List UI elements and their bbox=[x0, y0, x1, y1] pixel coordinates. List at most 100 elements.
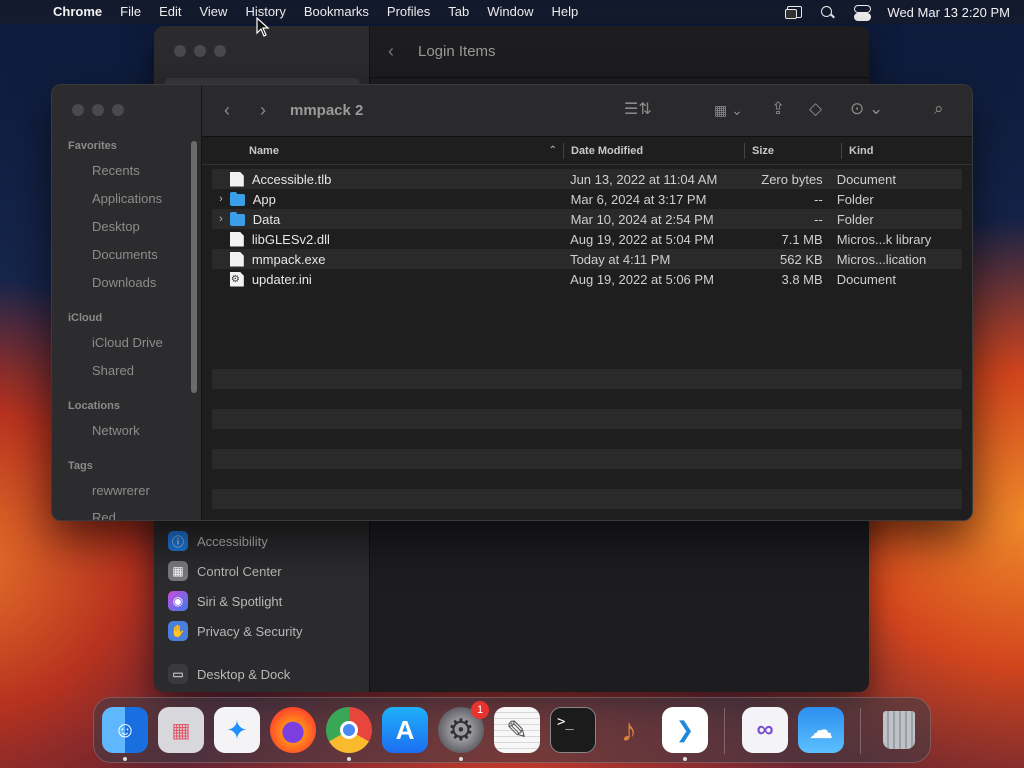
column-header-label: Size bbox=[752, 145, 775, 157]
file-size: 562 KB bbox=[780, 251, 823, 267]
file-kind: Document bbox=[836, 171, 896, 187]
list-view-icon[interactable]: ☰⇅ bbox=[624, 100, 652, 120]
settings-item-label: Accessibility bbox=[197, 533, 268, 549]
menu-bar-clock[interactable]: Wed Mar 13 2:20 PM bbox=[887, 5, 1010, 20]
visual-studio-icon[interactable]: ∞ bbox=[742, 707, 788, 753]
back-chevron-icon[interactable]: ‹ bbox=[388, 41, 408, 62]
file-row-accessible-tlb[interactable]: Accessible.tlb Jun 13, 2022 at 11:04 AM … bbox=[212, 169, 962, 189]
settings-item-control-center[interactable]: ▦ Control Center bbox=[168, 556, 358, 586]
sidebar-item-network[interactable]: Network bbox=[92, 423, 140, 438]
file-date: Today at 4:11 PM bbox=[570, 251, 671, 267]
control-center-icon[interactable] bbox=[853, 5, 872, 21]
sidebar-item-tag-rewwrerer[interactable]: rewwrerer bbox=[92, 483, 150, 498]
close-button[interactable] bbox=[72, 104, 84, 116]
folder-title: mmpack 2 bbox=[290, 102, 364, 119]
file-row-updater-ini[interactable]: updater.ini Aug 19, 2022 at 5:06 PM 3.8 … bbox=[212, 269, 962, 289]
settings-item-label: Siri & Spotlight bbox=[197, 593, 283, 609]
sidebar-item-applications[interactable]: Applications bbox=[92, 191, 162, 206]
minimize-button[interactable] bbox=[194, 45, 206, 57]
system-settings-icon[interactable]: ⚙ 1 bbox=[438, 701, 489, 753]
app-store-icon[interactable]: A bbox=[382, 707, 428, 753]
sidebar-item-documents[interactable]: Documents bbox=[92, 247, 158, 262]
document-icon bbox=[229, 231, 244, 247]
file-name: App bbox=[252, 191, 276, 207]
safari-icon[interactable]: ✦ bbox=[214, 707, 260, 753]
weather-icon[interactable]: ☁ bbox=[798, 707, 844, 753]
trash-icon[interactable] bbox=[876, 707, 922, 753]
firefox-icon[interactable] bbox=[270, 707, 316, 753]
settings-item-desktop-dock[interactable]: ▭ Desktop & Dock bbox=[168, 659, 358, 689]
settings-category-list: ⓘ Accessibility ▦ Control Center ◉ Siri … bbox=[168, 526, 358, 689]
tag-icon[interactable]: ◇ bbox=[809, 99, 822, 119]
chrome-icon[interactable] bbox=[326, 707, 372, 753]
folder-icon bbox=[229, 212, 245, 226]
zoom-button[interactable] bbox=[214, 45, 226, 57]
vscode-icon[interactable]: ❯ bbox=[662, 707, 708, 753]
control-center-icon: ▦ bbox=[168, 561, 188, 581]
column-header-date-modified[interactable]: Date Modified bbox=[563, 137, 744, 165]
close-button[interactable] bbox=[174, 45, 186, 57]
menu-bookmarks[interactable]: Bookmarks bbox=[295, 0, 378, 24]
textedit-icon[interactable]: ✎ bbox=[494, 707, 540, 753]
search-icon[interactable]: ⌕ bbox=[934, 99, 944, 119]
file-kind: Folder bbox=[836, 211, 874, 227]
menu-window[interactable]: Window bbox=[478, 0, 542, 24]
forward-button[interactable]: › bbox=[260, 100, 266, 120]
sidebar-item-shared[interactable]: Shared bbox=[92, 363, 134, 378]
settings-item-accessibility[interactable]: ⓘ Accessibility bbox=[168, 526, 358, 556]
settings-item-siri-spotlight[interactable]: ◉ Siri & Spotlight bbox=[168, 586, 358, 616]
settings-page-title: Login Items bbox=[418, 43, 496, 60]
finder-icon[interactable]: ☺ bbox=[102, 707, 148, 753]
back-button[interactable]: ‹ bbox=[224, 100, 230, 120]
accessibility-icon: ⓘ bbox=[168, 531, 188, 551]
menu-app-name[interactable]: Chrome bbox=[44, 0, 111, 24]
sidebar-item-downloads[interactable]: Downloads bbox=[92, 275, 156, 290]
sidebar-item-desktop[interactable]: Desktop bbox=[92, 219, 140, 234]
sidebar-scrollbar[interactable] bbox=[191, 141, 197, 393]
zoom-button[interactable] bbox=[112, 104, 124, 116]
menu-file[interactable]: File bbox=[111, 0, 150, 24]
launchpad-icon[interactable]: ▦ bbox=[158, 707, 204, 753]
file-kind: Micros...k library bbox=[836, 231, 932, 247]
menu-tab[interactable]: Tab bbox=[439, 0, 478, 24]
sidebar-item-recents[interactable]: Recents bbox=[92, 163, 140, 178]
file-row-app[interactable]: › App Mar 6, 2024 at 3:17 PM -- Folder bbox=[212, 189, 962, 209]
file-row-data[interactable]: › Data Mar 10, 2024 at 2:54 PM -- Folder bbox=[212, 209, 962, 229]
sidebar-section-icloud: iCloud bbox=[68, 312, 103, 324]
terminal-icon[interactable]: >_ bbox=[550, 707, 596, 753]
minimize-button[interactable] bbox=[92, 104, 104, 116]
folder-icon bbox=[229, 192, 245, 206]
file-row-mmpack-exe[interactable]: mmpack.exe Today at 4:11 PM 562 KB Micro… bbox=[212, 249, 962, 269]
file-kind: Document bbox=[836, 271, 896, 287]
menu-edit[interactable]: Edit bbox=[150, 0, 190, 24]
finder-sidebar: Favorites Recents Applications Desktop D… bbox=[52, 85, 202, 520]
sidebar-section-favorites: Favorites bbox=[68, 140, 117, 152]
share-icon[interactable]: ⇪ bbox=[771, 99, 785, 119]
column-header-size[interactable]: Size bbox=[744, 137, 841, 165]
file-row-libglesv2-dll[interactable]: libGLESv2.dll Aug 19, 2022 at 5:04 PM 7.… bbox=[212, 229, 962, 249]
menu-profiles[interactable]: Profiles bbox=[378, 0, 439, 24]
spotlight-search-icon[interactable] bbox=[819, 5, 837, 19]
more-actions-icon[interactable]: ⊙ ⌄ bbox=[850, 99, 883, 119]
document-icon bbox=[229, 251, 244, 267]
file-size: -- bbox=[814, 191, 823, 207]
menu-help[interactable]: Help bbox=[543, 0, 588, 24]
disclosure-triangle-icon[interactable]: › bbox=[212, 213, 230, 225]
sidebar-item-tag-red[interactable]: Red bbox=[92, 510, 116, 520]
column-header-kind[interactable]: Kind bbox=[841, 137, 971, 165]
column-header-row: Name ⌃ Date Modified Size Kind bbox=[202, 137, 972, 165]
settings-item-label: Privacy & Security bbox=[197, 623, 303, 639]
garageband-icon[interactable]: ♪ bbox=[606, 707, 652, 753]
menu-view[interactable]: View bbox=[190, 0, 236, 24]
running-indicator bbox=[683, 757, 687, 761]
sidebar-item-icloud-drive[interactable]: iCloud Drive bbox=[92, 335, 163, 350]
settings-item-privacy-security[interactable]: ✋ Privacy & Security bbox=[168, 616, 358, 646]
column-header-label: Date Modified bbox=[571, 145, 644, 157]
screen-mirroring-icon[interactable] bbox=[785, 5, 803, 19]
file-name: Data bbox=[252, 211, 281, 227]
disclosure-triangle-icon[interactable]: › bbox=[212, 193, 230, 205]
file-date: Mar 10, 2024 at 2:54 PM bbox=[570, 211, 714, 227]
settings-titlebar: ‹ Login Items bbox=[370, 26, 869, 78]
group-by-icon[interactable]: ▦ ⌄ bbox=[714, 100, 743, 120]
column-header-name[interactable]: Name ⌃ bbox=[202, 137, 563, 165]
